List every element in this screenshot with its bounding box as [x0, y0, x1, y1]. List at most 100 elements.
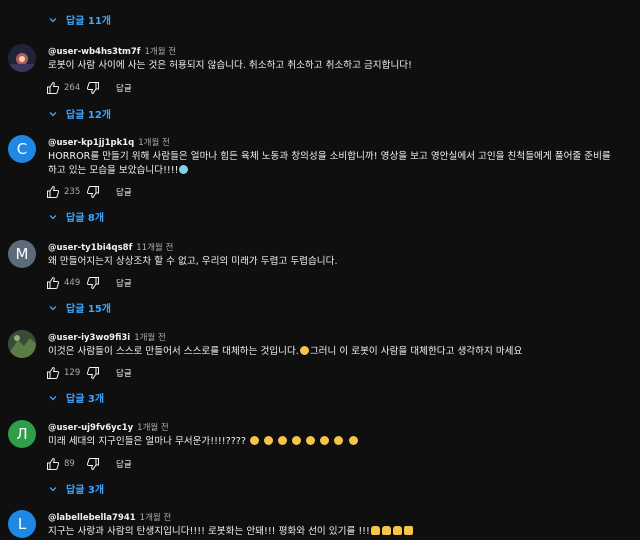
- author-handle[interactable]: @user-ty1bi4qs8f: [48, 243, 132, 253]
- like-count: 235: [64, 187, 81, 197]
- avatar-image: [8, 330, 36, 358]
- sad-emoji-icon: [348, 436, 358, 445]
- thumb-down-icon[interactable]: [86, 276, 100, 290]
- surprised-emoji-icon: [264, 436, 274, 445]
- like-count: 264: [64, 83, 81, 93]
- avatar-letter: L: [17, 515, 27, 533]
- show-replies-button[interactable]: 답글 12개: [48, 106, 111, 121]
- show-replies-button[interactable]: 답글 8개: [48, 209, 104, 224]
- chevron-down-icon: [49, 305, 57, 310]
- thumb-down-icon[interactable]: [86, 185, 100, 199]
- comment-header: @user-iy3wo9fi3i 1개월 전: [48, 331, 166, 343]
- chevron-down-icon: [49, 214, 57, 219]
- thumb-up-icon[interactable]: [46, 366, 60, 380]
- comments-section: 답글 11개 @user-wb4hs3tm7f 1개월 전 로봇이 사람 사이에 …: [0, 0, 640, 540]
- replies-count: 답글 8개: [66, 213, 105, 224]
- thumb-down-icon[interactable]: [86, 81, 100, 95]
- chevron-down-icon: [49, 17, 57, 22]
- comment-actions: 129 답글: [46, 366, 132, 380]
- avatar-letter: C: [16, 140, 28, 158]
- like-count: 89: [64, 459, 75, 469]
- thumbs-up-emoji-icon: [403, 526, 413, 535]
- author-handle[interactable]: @labellebella7941: [48, 513, 136, 523]
- pray-emoji-icon: [370, 526, 380, 535]
- replies-count: 답글 3개: [66, 485, 105, 496]
- comment-text: 이것은 사람들이 스스로 만들어서 스스로를 대체하는 것입니다. 그러니 이 로…: [48, 345, 640, 359]
- reply-button[interactable]: 답글: [116, 82, 132, 94]
- avatar[interactable]: C: [8, 135, 36, 163]
- chevron-down-icon: [49, 111, 57, 116]
- avatar[interactable]: Л: [8, 420, 36, 448]
- comment-text-part-2: 그러니 이 로봇이 사람을 대체한다고 생각하지 마세요: [309, 346, 523, 357]
- sad-emoji-icon: [334, 436, 344, 445]
- comment-actions: 264 답글: [46, 81, 132, 95]
- comment-actions: 449 답글: [46, 276, 132, 290]
- timestamp[interactable]: 1개월 전: [134, 333, 166, 343]
- pray-emoji-icon: [381, 526, 391, 535]
- thumb-up-icon[interactable]: [46, 457, 60, 471]
- avatar[interactable]: L: [8, 510, 36, 538]
- thumb-down-icon[interactable]: [86, 457, 100, 471]
- show-replies-button[interactable]: 답글 3개: [48, 390, 104, 405]
- author-handle[interactable]: @user-uj9fv6yc1y: [48, 423, 133, 433]
- comment-text: 로봇이 사람 사이에 사는 것은 허용되지 않습니다. 취소하고 취소하고 취소…: [48, 60, 412, 71]
- avatar[interactable]: M: [8, 240, 36, 268]
- show-replies-button[interactable]: 답글 3개: [48, 481, 104, 496]
- author-handle[interactable]: @user-wb4hs3tm7f: [48, 47, 141, 57]
- chevron-down-icon: [49, 395, 57, 400]
- surprised-emoji-icon: [306, 436, 316, 445]
- avatar[interactable]: [8, 330, 36, 358]
- reply-button[interactable]: 답글: [116, 186, 132, 198]
- replies-count: 답글 12개: [66, 110, 111, 121]
- chevron-down-icon: [49, 486, 57, 491]
- comment-text-line-1: HORROR를 만들기 위해 사람들은 얼마나 힘든 육체 노동과 창의성을 소…: [48, 151, 611, 162]
- reply-button[interactable]: 답글: [116, 458, 132, 470]
- show-replies-button[interactable]: 답글 11개: [48, 12, 111, 27]
- comment-text: 왜 만들어지는지 상상조차 할 수 없고, 우리의 미래가 두렵고 두렵습니다.: [48, 256, 338, 267]
- comment-header: @labellebella7941 1개월 전: [48, 511, 171, 523]
- thumb-up-icon[interactable]: [46, 185, 60, 199]
- avatar-letter: M: [15, 245, 29, 263]
- surprised-emoji-icon: [250, 436, 260, 445]
- avatar[interactable]: [8, 44, 36, 72]
- thumb-down-icon[interactable]: [86, 366, 100, 380]
- thumb-up-icon[interactable]: [46, 276, 60, 290]
- replies-count: 답글 11개: [66, 16, 111, 27]
- avatar-letter: Л: [16, 425, 28, 443]
- timestamp[interactable]: 1개월 전: [138, 138, 170, 148]
- comment-actions: 235 답글: [46, 185, 132, 199]
- comment-text-body: 지구는 사랑과 사람의 탄생지입니다!!!! 로봇화는 안돼!!! 평화와 선이…: [48, 526, 370, 537]
- timestamp[interactable]: 11개월 전: [136, 243, 173, 253]
- comment-header: @user-uj9fv6yc1y 1개월 전: [48, 421, 169, 433]
- surprised-emoji-icon: [292, 436, 302, 445]
- like-count: 129: [64, 368, 81, 378]
- show-replies-button[interactable]: 답글 15개: [48, 300, 111, 315]
- surprised-emoji-icon: [278, 436, 288, 445]
- comment-text-body: 미래 세대의 지구인들은 얼마나 무서운가!!!!????: [48, 436, 246, 447]
- comment-text-part-1: 이것은 사람들이 스스로 만들어서 스스로를 대체하는 것입니다.: [48, 346, 299, 357]
- comment-text: 미래 세대의 지구인들은 얼마나 무서운가!!!!????: [48, 435, 640, 449]
- comment-header: @user-ty1bi4qs8f 11개월 전: [48, 241, 173, 253]
- comment-header: @user-kp1jj1pk1q 1개월 전: [48, 136, 170, 148]
- comment-text-line-2: 하고 있는 모습을 보았습니다!!!!: [48, 164, 640, 178]
- comment-actions: 89 답글: [46, 457, 132, 471]
- pray-emoji-icon: [392, 526, 402, 535]
- like-count: 449: [64, 278, 81, 288]
- thumb-up-icon[interactable]: [46, 81, 60, 95]
- comment-text: 지구는 사랑과 사람의 탄생지입니다!!!! 로봇화는 안돼!!! 평화와 선이…: [48, 525, 640, 539]
- reply-button[interactable]: 답글: [116, 367, 132, 379]
- replies-count: 답글 15개: [66, 304, 111, 315]
- replies-count: 답글 3개: [66, 394, 105, 405]
- timestamp[interactable]: 1개월 전: [145, 47, 177, 57]
- author-handle[interactable]: @user-kp1jj1pk1q: [48, 138, 134, 148]
- avatar-image: [8, 44, 36, 72]
- sad-emoji-icon: [320, 436, 330, 445]
- timestamp[interactable]: 1개월 전: [140, 513, 172, 523]
- surprised-emoji-icon: [299, 346, 309, 355]
- timestamp[interactable]: 1개월 전: [137, 423, 169, 433]
- author-handle[interactable]: @user-iy3wo9fi3i: [48, 333, 130, 343]
- comment-header: @user-wb4hs3tm7f 1개월 전: [48, 45, 176, 57]
- reply-button[interactable]: 답글: [116, 277, 132, 289]
- snowflake-emoji-icon: [179, 165, 189, 174]
- comment-text: 하고 있는 모습을 보았습니다!!!!: [48, 165, 179, 176]
